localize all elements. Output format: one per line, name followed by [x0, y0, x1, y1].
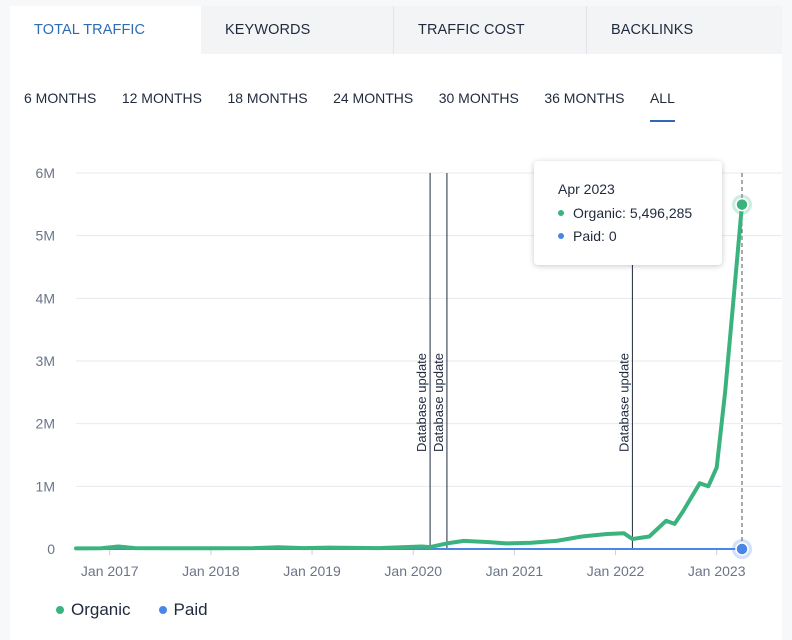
- legend-paid[interactable]: Paid: [158, 600, 208, 620]
- x-tick-label: Jan 2023: [688, 563, 746, 579]
- organic-legend-dot-icon: [56, 606, 64, 614]
- tooltip-paid-row: Paid: 0: [558, 228, 722, 244]
- legend-paid-label: Paid: [173, 600, 208, 619]
- organic-dot-icon: [558, 210, 564, 216]
- y-tick-label: 5M: [36, 228, 55, 244]
- traffic-chart[interactable]: 0 1M 2M 3M 4M 5M 6M Jan 2017 Jan 2018 Jan 2019 Jan…: [0, 0, 792, 600]
- x-tick-label: Jan 2019: [283, 563, 341, 579]
- y-tick-label: 1M: [36, 478, 55, 494]
- tooltip-title: Apr 2023: [558, 181, 615, 197]
- x-tick-label: Jan 2018: [182, 563, 240, 579]
- paid-legend-dot-icon: [158, 606, 167, 614]
- x-tick-label: Jan 2017: [81, 563, 139, 579]
- annotation-label: Database update: [431, 353, 446, 452]
- y-tick-label: 3M: [36, 353, 55, 369]
- paid-dot-icon: [558, 233, 564, 239]
- y-tick-label: 0: [47, 541, 55, 557]
- tooltip-organic-row: Organic: 5,496,285: [558, 205, 722, 221]
- annotation-label: Database update: [616, 353, 631, 452]
- x-tick-label: Jan 2021: [486, 563, 544, 579]
- chart-tooltip: Apr 2023 Organic: 5,496,285 Paid: 0: [534, 161, 722, 265]
- x-tick-label: Jan 2022: [587, 563, 645, 579]
- legend-organic-label: Organic: [71, 600, 131, 619]
- x-tick-label: Jan 2020: [384, 563, 442, 579]
- tooltip-organic-value: 5,496,285: [629, 205, 693, 221]
- tooltip-paid-label: Paid:: [573, 228, 605, 244]
- y-tick-label: 6M: [36, 165, 55, 181]
- legend-organic[interactable]: Organic: [56, 600, 131, 620]
- chart-legend: Organic Paid: [56, 600, 236, 620]
- y-tick-label: 4M: [36, 290, 55, 306]
- tooltip-organic-label: Organic:: [573, 205, 626, 221]
- organic-marker-point[interactable]: [735, 197, 749, 212]
- y-tick-label: 2M: [36, 416, 55, 432]
- paid-marker-point[interactable]: [735, 542, 749, 556]
- tooltip-paid-value: 0: [608, 228, 617, 244]
- annotation-label: Database update: [414, 353, 429, 452]
